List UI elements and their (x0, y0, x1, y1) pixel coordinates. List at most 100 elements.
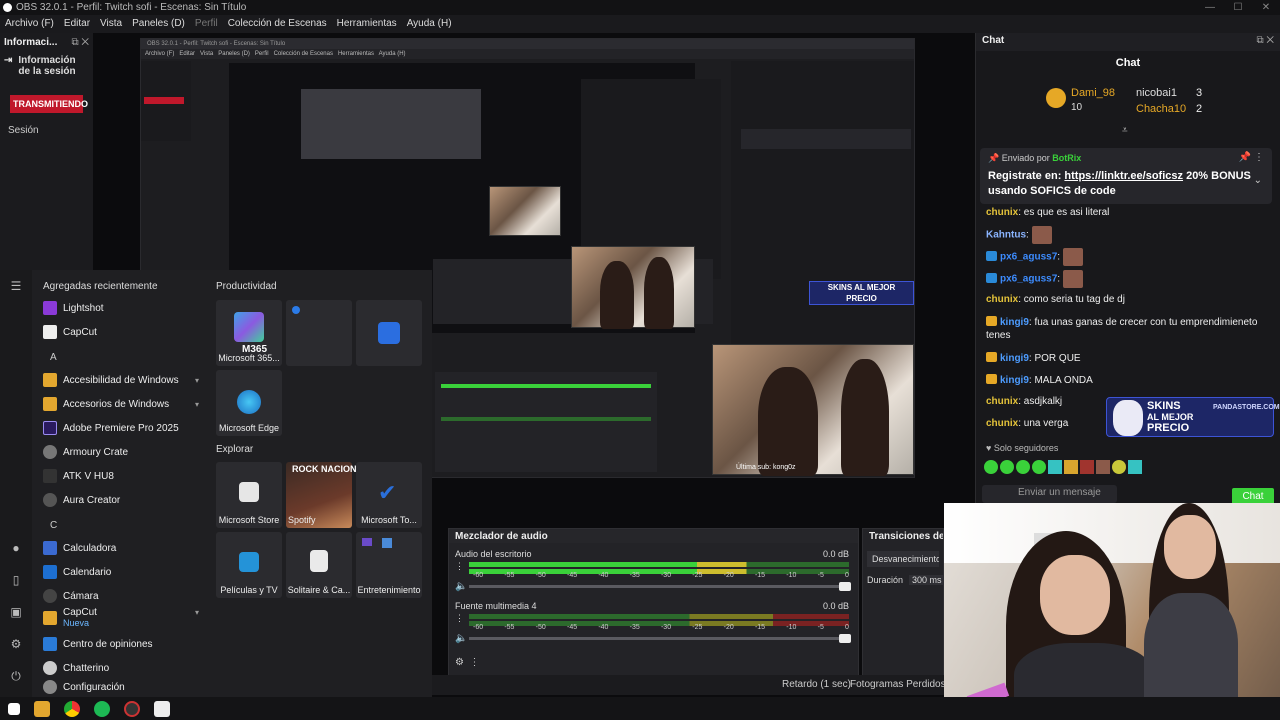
volume-meter (469, 614, 849, 619)
nested-pinned-message (741, 129, 911, 149)
gifter-3-name: Chacha10 (1136, 103, 1187, 115)
menu-ayuda[interactable]: Ayuda (H) (402, 15, 457, 33)
power-icon[interactable]: ⏻ (8, 669, 24, 683)
track-name: Audio del escritorio (455, 549, 532, 559)
chevron-down-icon[interactable]: ⌄ (1254, 175, 1262, 186)
mixer-track-desktop: Audio del escritorio 0.0 dB ⋮ -60 -55 -50-… (455, 549, 853, 592)
tile-edge[interactable]: Microsoft Edge (216, 370, 282, 436)
crown-badge-icon (986, 316, 997, 326)
tile-movies[interactable]: Películas y TV (216, 532, 282, 598)
volume-slider[interactable] (469, 634, 851, 643)
settings-gear-icon[interactable]: ⚙ (8, 637, 24, 651)
emote-icon[interactable] (1000, 460, 1014, 474)
tile-store[interactable]: Microsoft Store (216, 462, 282, 528)
chatterino-taskbar-icon[interactable] (154, 700, 170, 717)
nested-menubar: Archivo (F) Editar Vista Paneles (D) Per… (141, 49, 914, 59)
track-menu-icon[interactable]: ⋮ (455, 561, 464, 572)
menu-editar[interactable]: Editar (59, 15, 95, 33)
speaker-icon[interactable]: 🔈 (455, 633, 467, 644)
pinned-actions[interactable]: 📌 ⋮ (1239, 152, 1264, 163)
app-atk[interactable]: ATK V HU8 (43, 468, 203, 484)
menu-herramientas[interactable]: Herramientas (332, 15, 402, 33)
pictures-icon[interactable]: ▣ (8, 605, 24, 619)
obs-icon[interactable] (124, 700, 140, 717)
app-chatterino[interactable]: Chatterino (43, 660, 203, 676)
tile-empty[interactable] (286, 300, 352, 366)
spotify-icon[interactable] (94, 700, 110, 717)
window-controls: — ☐ ✕ (1196, 0, 1280, 15)
emote-icon[interactable] (1096, 460, 1110, 474)
speaker-icon[interactable]: 🔈 (455, 581, 467, 592)
windows-start-icon[interactable] (8, 702, 20, 715)
sub-badge-icon (986, 250, 997, 261)
close-dock-icon[interactable]: ✕ (1266, 35, 1274, 46)
app-lightshot[interactable]: Lightshot (43, 300, 203, 316)
menu-perfil[interactable]: Perfil (190, 15, 223, 33)
app-capcut[interactable]: CapCut Nueva ▾ (43, 608, 203, 630)
maximize-button[interactable]: ☐ (1224, 0, 1252, 15)
cards-icon (310, 550, 328, 572)
letter-c[interactable]: C (50, 520, 57, 531)
botrix-name: BotRix (1052, 153, 1082, 163)
tile-todo[interactable]: ✔ Microsoft To... (356, 462, 422, 528)
minimize-button[interactable]: — (1196, 0, 1224, 15)
emote-icon[interactable] (984, 460, 998, 474)
app-armoury-crate[interactable]: Armoury Crate (43, 444, 203, 460)
close-window-button[interactable]: ✕ (1252, 0, 1280, 15)
tile-outlook[interactable] (356, 300, 422, 366)
transition-select[interactable]: Desvanecimiento (867, 551, 939, 567)
menu-archivo[interactable]: Archivo (F) (0, 15, 59, 33)
collapse-icon[interactable]: ⩡ (1122, 125, 1128, 136)
file-explorer-icon[interactable] (34, 700, 50, 717)
chat-dock-header: Chat ⧉ ✕ (976, 33, 1280, 51)
menu-hamburger-icon[interactable]: ☰ (8, 279, 24, 293)
movies-icon (239, 552, 259, 572)
menu-vista[interactable]: Vista (95, 15, 127, 33)
letter-a[interactable]: A (50, 352, 57, 363)
volume-slider[interactable] (469, 582, 851, 591)
app-accesibilidad[interactable]: Accesibilidad de Windows ▾ (43, 372, 203, 388)
emote-icon[interactable] (1048, 460, 1062, 474)
meter-ticks: -60 -55 -50 -45 -40 -35 -30 -25 -20 -15 -10 -5 0 (473, 624, 849, 631)
tile-entretenimiento[interactable]: Entretenimiento (356, 532, 422, 598)
app-camara[interactable]: Cámara (43, 588, 203, 604)
close-dock-icon[interactable]: ✕ (81, 37, 89, 48)
track-menu-icon[interactable]: ⋮ (455, 613, 464, 624)
app-centro-opiniones[interactable]: Centro de opiniones (43, 636, 203, 652)
taskbar (0, 697, 1280, 720)
emote-icon[interactable] (1032, 460, 1046, 474)
app-calendario[interactable]: Calendario (43, 564, 203, 580)
mixer-settings-icon[interactable]: ⚙ ⋮ (455, 657, 480, 668)
tile-solitaire[interactable]: Solitaire & Ca... (286, 532, 352, 598)
nested-titlebar: OBS 32.0.1 - Perfil: Twitch sofi - Escen… (141, 39, 914, 49)
float-dock-icon[interactable]: ⧉ (71, 37, 78, 48)
pinned-link[interactable]: https://linktr.ee/soficsz (1064, 170, 1183, 182)
menu-paneles[interactable]: Paneles (D) (127, 15, 190, 33)
menu-coleccion-escenas[interactable]: Colección de Escenas (223, 15, 332, 33)
premiere-icon (43, 421, 57, 435)
app-capcut-recent[interactable]: CapCut (43, 324, 203, 340)
app-aura-creator[interactable]: Aura Creator (43, 492, 203, 508)
emote-icon[interactable] (1064, 460, 1078, 474)
emote-icon[interactable] (1016, 460, 1030, 474)
app-calculadora[interactable]: Calculadora (43, 540, 203, 556)
tile-spotify[interactable]: ROCK NACIONAL Spotify (286, 462, 369, 528)
tile-m365[interactable]: M365 Microsoft 365... (216, 300, 282, 366)
duration-input[interactable]: 300 ms (909, 575, 945, 585)
live-status-button[interactable]: TRANSMITIENDO (10, 95, 88, 113)
documents-icon[interactable]: ▯ (8, 573, 24, 587)
emote-icon[interactable] (1112, 460, 1126, 474)
edge-icon (237, 390, 261, 414)
float-dock-icon[interactable]: ⧉ (1256, 35, 1263, 46)
chrome-icon[interactable] (64, 700, 80, 717)
app-configuracion[interactable]: Configuración (43, 679, 203, 695)
app-premiere[interactable]: Adobe Premiere Pro 2025 (43, 420, 203, 436)
user-avatar-icon[interactable]: ● (8, 541, 24, 555)
chat-input[interactable]: Enviar un mensaje (982, 485, 1117, 503)
session-title-text: Información de la sesión (18, 55, 76, 77)
armoury-crate-icon (43, 445, 57, 459)
emote-icon[interactable] (1128, 460, 1142, 474)
emote-icon[interactable] (1080, 460, 1094, 474)
explore-header: Explorar (216, 444, 254, 455)
app-accesorios[interactable]: Accesorios de Windows ▾ (43, 396, 203, 412)
